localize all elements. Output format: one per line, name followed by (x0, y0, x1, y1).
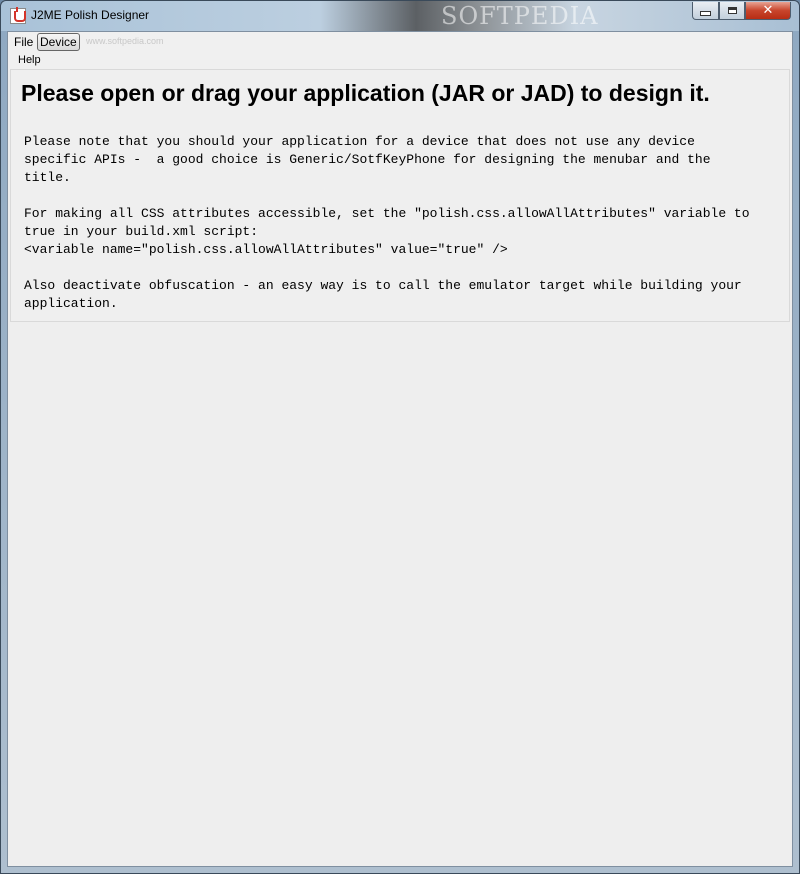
note-paragraph-obfuscation: Also deactivate obfuscation - an easy wa… (24, 278, 742, 311)
window-title: J2ME Polish Designer (31, 8, 150, 22)
menu-file[interactable]: File (12, 34, 35, 50)
close-button[interactable]: ✕ (745, 2, 791, 20)
note-paragraph-css: For making all CSS attributes accessible… (24, 206, 750, 257)
minimize-icon (700, 11, 711, 16)
softpedia-url-watermark: www.softpedia.com (86, 36, 164, 46)
drop-area[interactable] (8, 324, 792, 866)
close-icon: ✕ (762, 3, 774, 18)
menu-bar: File Device www.softpedia.com Help (8, 32, 792, 70)
maximize-button[interactable] (719, 2, 745, 20)
menu-device[interactable]: Device (37, 33, 80, 51)
menu-help[interactable]: Help (17, 53, 42, 67)
page-title: Please open or drag your application (JA… (21, 80, 710, 106)
maximize-icon (727, 7, 737, 14)
java-app-icon[interactable] (10, 7, 26, 24)
minimize-button[interactable] (692, 2, 719, 20)
softpedia-watermark: SOFTPEDIA (441, 2, 599, 30)
instructions-panel: Please open or drag your application (JA… (10, 69, 790, 322)
note-paragraph-device: Please note that you should your applica… (24, 134, 711, 185)
app-window: J2ME Polish Designer SOFTPEDIA ✕ File De… (0, 0, 800, 874)
title-bar[interactable]: J2ME Polish Designer SOFTPEDIA ✕ (1, 1, 799, 31)
client-area: File Device www.softpedia.com Help Pleas… (7, 31, 793, 867)
